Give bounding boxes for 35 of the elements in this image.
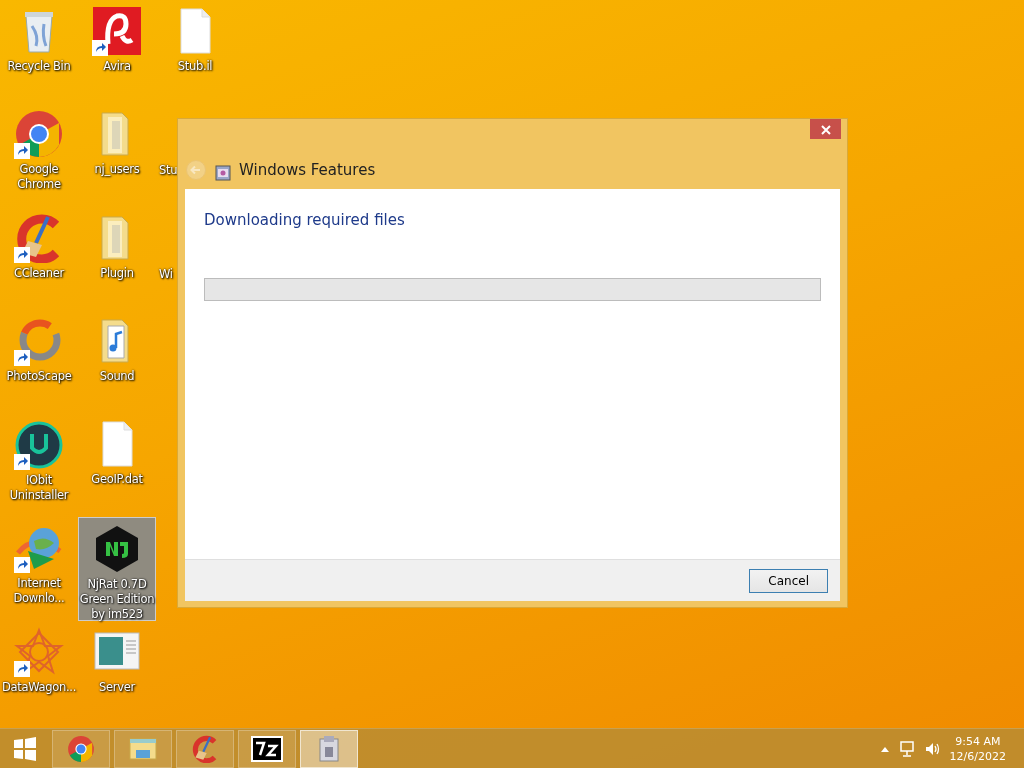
desktop-icon-label[interactable]: nj_users — [79, 162, 155, 178]
desktop-icon-label[interactable]: Recycle Bin — [1, 59, 77, 74]
clock-time: 9:54 AM — [954, 733, 1002, 749]
desktop-icon-label[interactable]: Stub.il — [157, 59, 233, 74]
desktop-icon-label[interactable]: Sound — [79, 369, 155, 384]
cancel-button[interactable]: Cancel — [749, 568, 828, 593]
star-pattern-icon[interactable] — [14, 626, 64, 677]
close-icon — [820, 124, 831, 135]
desktop-icon-label[interactable]: IObit Uninstaller — [1, 472, 77, 503]
desktop-icon-label[interactable]: GeoIP.dat — [79, 472, 155, 488]
desktop-icon-highlight[interactable]: NjRat 0.7D Green Edition by im523 — [78, 516, 156, 621]
desktop-icon-label[interactable]: Plugin — [79, 265, 155, 281]
clock-date: 12/6/2022 — [949, 748, 1006, 764]
close-button[interactable] — [810, 119, 841, 139]
desktop-icon-label[interactable]: Google Chrome — [1, 162, 77, 193]
start-icon — [12, 735, 38, 762]
desktop-icon-label[interactable]: Server — [79, 679, 155, 695]
desktop-icon-label[interactable]: Avira — [79, 59, 155, 74]
desktop-icon-label[interactable]: DataWagon... — [1, 679, 77, 695]
network-icon[interactable] — [897, 739, 916, 758]
desktop-icon-label[interactable]: NjRat 0.7D Green Edition by im523 — [79, 576, 155, 622]
taskbar-button[interactable] — [238, 729, 296, 768]
status-heading: Downloading required files — [204, 210, 406, 231]
desktop-icon-label[interactable]: PhotoScape — [1, 369, 77, 385]
desktop-icon-label[interactable]: Internet Downlo... — [1, 576, 77, 607]
installer-box-icon — [316, 734, 342, 763]
avira-logo-icon[interactable] — [92, 6, 142, 56]
folder-icon — [128, 735, 158, 762]
broom-icon — [191, 734, 219, 763]
browser-icon — [67, 734, 95, 763]
clock[interactable]: 9:54 AM 12/6/2022 — [949, 733, 1006, 764]
desktop-icon-label[interactable]: CCleaner — [1, 265, 77, 281]
archive-icon — [251, 735, 283, 762]
window-title: Windows Features — [239, 159, 376, 181]
window-app-icon — [215, 165, 231, 181]
